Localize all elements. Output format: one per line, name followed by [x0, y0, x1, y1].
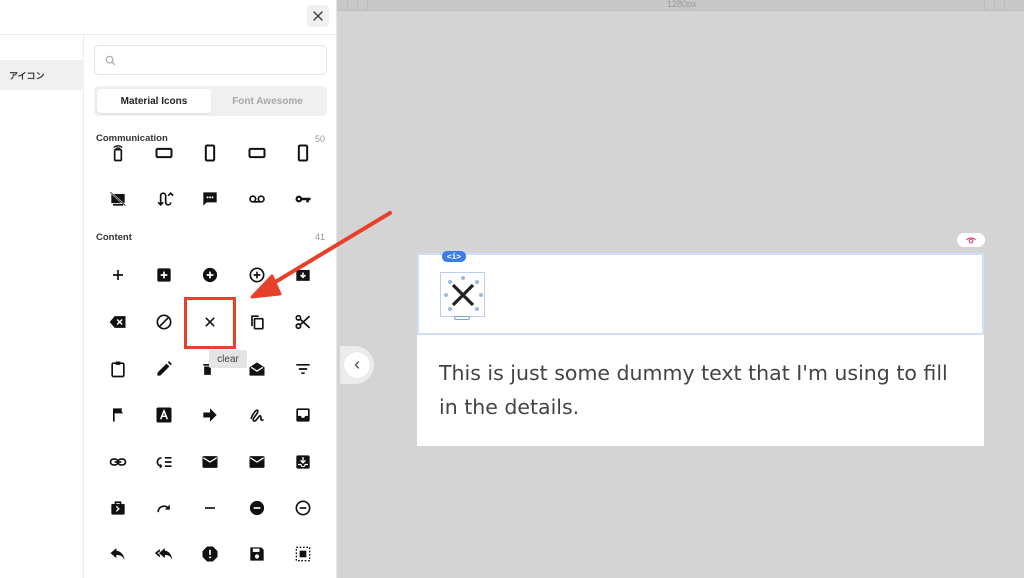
move-to-inbox-icon[interactable]: [288, 447, 318, 477]
add-circle-icon[interactable]: [195, 260, 225, 290]
tab-material-icons[interactable]: Material Icons: [97, 89, 211, 113]
inbox-icon[interactable]: [288, 400, 318, 430]
collapse-panel-button[interactable]: [340, 346, 374, 384]
ruler-tick: [984, 0, 985, 11]
gesture-icon[interactable]: [242, 400, 272, 430]
low-priority-icon[interactable]: [149, 447, 179, 477]
mail-icon[interactable]: [195, 447, 225, 477]
ruler-tick: [347, 0, 348, 11]
filter-list-icon[interactable]: [288, 354, 318, 384]
ruler-tick: [357, 0, 358, 11]
section-count-content: 41: [314, 232, 325, 242]
icon-element-container[interactable]: <i>: [417, 251, 984, 335]
backspace-icon[interactable]: [103, 307, 133, 337]
content-paste-icon[interactable]: [103, 354, 133, 384]
remove-circle-outline-icon[interactable]: [288, 493, 318, 523]
close-button[interactable]: [307, 5, 329, 27]
content-block[interactable]: <i> This is just some dummy text that I'…: [417, 251, 984, 446]
ruler-width-label: 1280px: [667, 0, 697, 9]
code-element-badge[interactable]: <i>: [442, 251, 466, 262]
ruler-tick: [1004, 0, 1005, 11]
swap-calls-icon[interactable]: [149, 184, 179, 214]
voicemail-icon[interactable]: [242, 184, 272, 214]
font-download-icon[interactable]: [149, 400, 179, 430]
ruler-tick: [367, 0, 368, 11]
remove-icon[interactable]: [195, 493, 225, 523]
stay-primary-portrait-icon[interactable]: [288, 138, 318, 168]
chevron-left-icon: [354, 361, 360, 369]
link-icon[interactable]: [103, 447, 133, 477]
select-all-icon[interactable]: [288, 539, 318, 569]
visibility-icon: [965, 237, 977, 244]
redo-icon[interactable]: [149, 493, 179, 523]
add-box-icon[interactable]: [149, 260, 179, 290]
icon-tooltip: clear: [209, 350, 247, 368]
ruler-tick: [994, 0, 995, 11]
flag-icon[interactable]: [103, 400, 133, 430]
create-icon[interactable]: [149, 354, 179, 384]
add-circle-outline-icon[interactable]: [242, 260, 272, 290]
search-icon: [105, 55, 116, 66]
resize-bar[interactable]: [454, 316, 470, 320]
forward-icon[interactable]: [195, 400, 225, 430]
icon-library-tabs: Material Icons Font Awesome: [94, 86, 327, 116]
panel-header: [0, 0, 336, 35]
stay-current-landscape-icon[interactable]: [149, 138, 179, 168]
side-nav: アイコン: [0, 35, 84, 578]
stay-current-portrait-icon[interactable]: [195, 138, 225, 168]
reply-icon[interactable]: [103, 539, 133, 569]
stay-primary-landscape-icon[interactable]: [242, 138, 272, 168]
icon-search[interactable]: [94, 45, 327, 75]
stop-screen-share-icon[interactable]: [103, 184, 133, 214]
block-icon[interactable]: [149, 307, 179, 337]
remove-circle-icon[interactable]: [242, 493, 272, 523]
search-input[interactable]: [123, 51, 313, 69]
reply-all-icon[interactable]: [149, 539, 179, 569]
visibility-badge[interactable]: [957, 233, 985, 247]
content-copy-icon[interactable]: [242, 307, 272, 337]
icon-picker-panel: アイコン Material Icons Font Awesome Communi…: [0, 0, 337, 578]
archive-icon[interactable]: [288, 260, 318, 290]
next-week-icon[interactable]: [103, 493, 133, 523]
save-icon[interactable]: [242, 539, 272, 569]
report-icon[interactable]: [195, 539, 225, 569]
resize-handle[interactable]: [444, 293, 448, 297]
content-cut-icon[interactable]: [288, 307, 318, 337]
close-icon: [313, 11, 323, 21]
resize-handle[interactable]: [461, 276, 465, 280]
phonelink-ring-icon[interactable]: [103, 138, 133, 168]
section-title-content: Content: [96, 232, 132, 243]
side-nav-item-icons[interactable]: アイコン: [0, 60, 84, 90]
body-text: This is just some dummy text that I'm us…: [439, 361, 948, 419]
vpn-key-icon[interactable]: [288, 184, 318, 214]
selected-clear-icon[interactable]: [440, 272, 485, 320]
markunread-icon[interactable]: [242, 447, 272, 477]
canvas-ruler: 1280px: [337, 0, 1024, 11]
tab-font-awesome[interactable]: Font Awesome: [211, 89, 324, 113]
clear-icon: [451, 283, 475, 307]
selection-highlight: [184, 297, 236, 349]
resize-handle[interactable]: [479, 293, 483, 297]
textsms-icon[interactable]: [195, 184, 225, 214]
add-icon[interactable]: [103, 260, 133, 290]
